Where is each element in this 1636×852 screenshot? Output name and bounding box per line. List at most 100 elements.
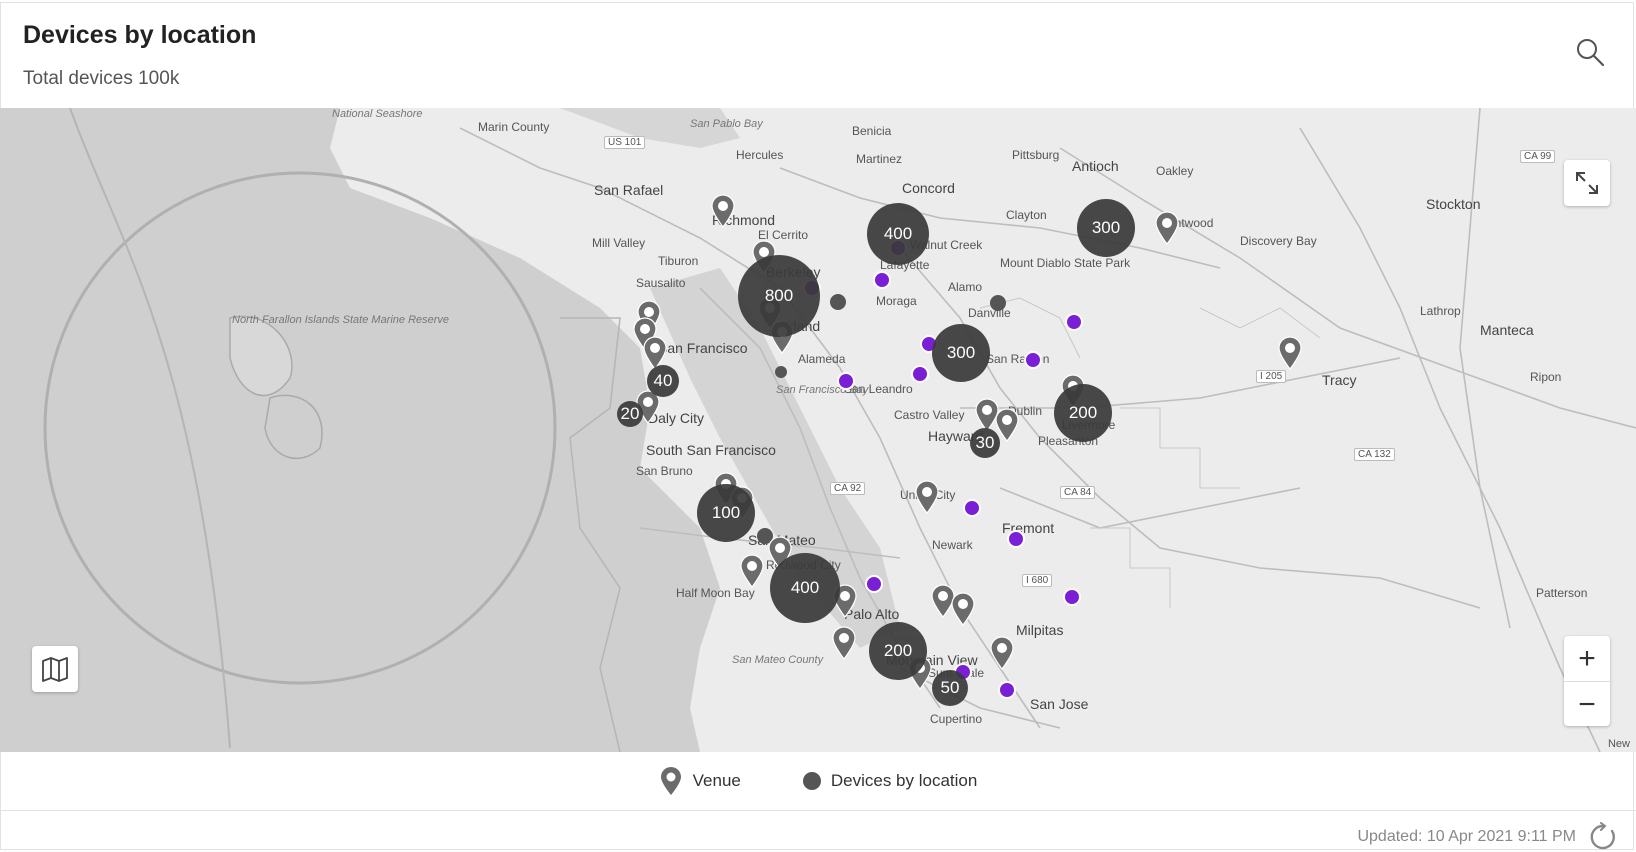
device-cluster[interactable]: 200 xyxy=(869,622,927,680)
zoom-controls: + − xyxy=(1564,636,1610,726)
venue-pin-icon[interactable] xyxy=(710,194,736,228)
venue-pin-icon xyxy=(660,767,681,795)
place-label: Oakley xyxy=(1156,164,1194,178)
venue-pin-icon[interactable] xyxy=(1154,211,1180,245)
legend-venue-label: Venue xyxy=(692,771,741,790)
place-label: Moraga xyxy=(876,294,917,308)
devices-dot-icon xyxy=(802,772,821,790)
place-label: CA 92 xyxy=(830,482,866,495)
place-label: North Farallon Islands State Marine Rese… xyxy=(232,314,450,326)
card-footer: Updated: 10 Apr 2021 9:11 PM xyxy=(1357,822,1618,852)
place-label: Hercules xyxy=(736,148,784,162)
expand-icon xyxy=(1576,172,1598,194)
device-dot[interactable] xyxy=(911,365,929,383)
place-label: Alamo xyxy=(948,280,983,294)
zoom-out-button[interactable]: − xyxy=(1564,681,1610,727)
place-label: Mount Diablo State Park xyxy=(1000,256,1131,270)
place-label: Alameda xyxy=(798,352,846,366)
place-label: San Mateo County xyxy=(732,654,824,666)
device-dot[interactable] xyxy=(1063,588,1081,606)
device-dot[interactable] xyxy=(1065,313,1083,331)
place-label: Newark xyxy=(932,538,973,552)
device-cluster[interactable]: 30 xyxy=(970,428,1000,458)
place-label: Half Moon Bay xyxy=(676,586,755,600)
refresh-icon[interactable] xyxy=(1588,822,1618,852)
place-label: Castro Valley xyxy=(894,408,965,422)
place-label: Clayton xyxy=(1006,208,1047,222)
device-dot[interactable] xyxy=(963,499,981,517)
place-label: I 680 xyxy=(1022,574,1053,587)
device-dot-grey[interactable] xyxy=(830,294,846,310)
place-label: Discovery Bay xyxy=(1240,234,1317,248)
legend-devices: Devices by location xyxy=(802,771,978,791)
venue-pin-icon[interactable] xyxy=(831,626,857,660)
place-label: Ripon xyxy=(1530,370,1562,384)
device-dot[interactable] xyxy=(873,271,891,289)
place-label: San Francisco xyxy=(658,340,748,356)
map-icon xyxy=(42,657,68,682)
place-label: Sausalito xyxy=(636,276,686,290)
venue-pin-icon[interactable] xyxy=(1277,336,1303,370)
updated-timestamp: Updated: 10 Apr 2021 9:11 PM xyxy=(1357,828,1576,845)
venue-pin-icon[interactable] xyxy=(739,554,765,588)
place-label: CA 132 xyxy=(1354,448,1395,461)
device-dot[interactable] xyxy=(865,575,883,593)
place-label: Cupertino xyxy=(930,712,983,726)
card-header: Devices by location Total devices 100k xyxy=(1,3,1633,107)
map-view[interactable]: National Seashore Marin County US 101 San P… xyxy=(0,108,1636,752)
card-title: Devices by location xyxy=(23,21,257,49)
place-label: Concord xyxy=(902,180,955,196)
device-cluster[interactable]: 200 xyxy=(1054,384,1112,442)
place-label: Stockton xyxy=(1426,196,1481,212)
device-cluster[interactable]: 100 xyxy=(697,484,755,542)
device-cluster[interactable]: 40 xyxy=(647,365,679,397)
place-label: Milpitas xyxy=(1016,622,1064,638)
device-dot[interactable] xyxy=(1007,530,1025,548)
device-dot-grey[interactable] xyxy=(775,366,787,378)
fullscreen-button[interactable] xyxy=(1564,160,1610,206)
legend-venue: Venue xyxy=(659,766,741,796)
place-label: Mill Valley xyxy=(592,236,646,250)
place-label: Tracy xyxy=(1322,372,1357,388)
place-label: CA 99 xyxy=(1520,150,1556,163)
device-cluster[interactable]: 20 xyxy=(617,401,643,427)
device-cluster[interactable]: 800 xyxy=(738,255,820,337)
map-legend: Venue Devices by location xyxy=(0,752,1636,811)
place-label: San Jose xyxy=(1030,696,1089,712)
device-dot[interactable] xyxy=(1024,351,1042,369)
device-cluster[interactable]: 300 xyxy=(932,324,990,382)
place-label: Danville xyxy=(968,306,1011,320)
place-label: Pittsburg xyxy=(1012,148,1060,162)
venue-pin-icon[interactable] xyxy=(989,636,1015,670)
place-label: CA 84 xyxy=(1060,486,1096,499)
place-label: Antioch xyxy=(1072,158,1119,174)
place-label: Martinez xyxy=(856,152,903,166)
place-label: Lathrop xyxy=(1420,304,1461,318)
device-dot[interactable] xyxy=(837,372,855,390)
place-label: San Bruno xyxy=(636,464,693,478)
place-label: Benicia xyxy=(852,124,892,138)
map-attribution: New xyxy=(1607,738,1630,750)
device-dot[interactable] xyxy=(998,681,1016,699)
device-cluster[interactable]: 50 xyxy=(932,670,968,706)
place-label: US 101 xyxy=(604,136,646,149)
venue-pin-icon[interactable] xyxy=(914,480,940,514)
device-cluster[interactable]: 300 xyxy=(1077,199,1135,257)
place-label: San Pablo Bay xyxy=(690,118,763,130)
place-label: Patterson xyxy=(1536,586,1588,600)
place-label: Tiburon xyxy=(658,254,699,268)
device-cluster[interactable]: 400 xyxy=(867,203,929,265)
device-cluster[interactable]: 400 xyxy=(770,553,840,623)
place-label: San Rafael xyxy=(594,182,664,198)
search-icon[interactable] xyxy=(1575,37,1605,67)
total-devices-label: Total devices 100k xyxy=(23,68,180,89)
zoom-in-button[interactable]: + xyxy=(1564,636,1610,681)
place-label: National Seashore xyxy=(332,108,423,120)
place-label: I 205 xyxy=(1256,370,1287,383)
legend-devices-label: Devices by location xyxy=(830,771,978,790)
place-label: Manteca xyxy=(1480,322,1534,338)
venue-pin-icon[interactable] xyxy=(950,592,976,626)
device-dot-grey[interactable] xyxy=(990,295,1006,311)
place-label: San Francisco Bay xyxy=(776,384,869,396)
map-layers-button[interactable] xyxy=(32,646,78,692)
